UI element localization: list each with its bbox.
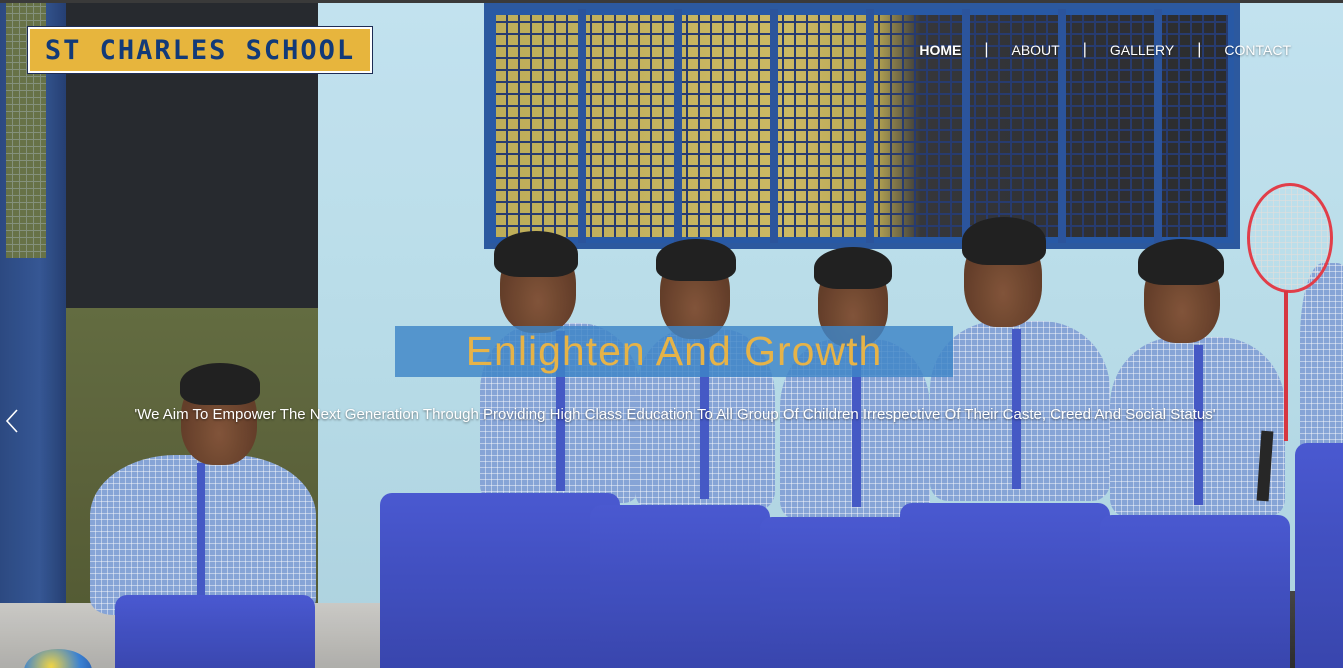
site-logo[interactable]: ST CHARLES SCHOOL — [27, 26, 373, 74]
nav-home-link[interactable]: HOME — [915, 42, 965, 58]
hero-tagline: 'We Aim To Empower The Next Generation T… — [134, 406, 1216, 423]
hero-title-band: Enlighten And Growth — [395, 326, 953, 377]
hero-carousel: ST CHARLES SCHOOL HOME | ABOUT | GALLERY… — [0, 0, 1343, 668]
nav-separator: | — [984, 41, 989, 58]
nav-gallery-link[interactable]: GALLERY — [1106, 42, 1178, 58]
nav-separator: | — [1197, 41, 1202, 58]
nav-about-link[interactable]: ABOUT — [1007, 42, 1063, 58]
hero-title: Enlighten And Growth — [465, 328, 883, 374]
carousel-prev-button[interactable] — [0, 397, 24, 445]
main-nav: HOME | ABOUT | GALLERY | CONTACT — [915, 41, 1295, 59]
chevron-left-icon — [5, 409, 18, 433]
nav-contact-link[interactable]: CONTACT — [1220, 42, 1295, 58]
nav-separator: | — [1082, 41, 1087, 58]
